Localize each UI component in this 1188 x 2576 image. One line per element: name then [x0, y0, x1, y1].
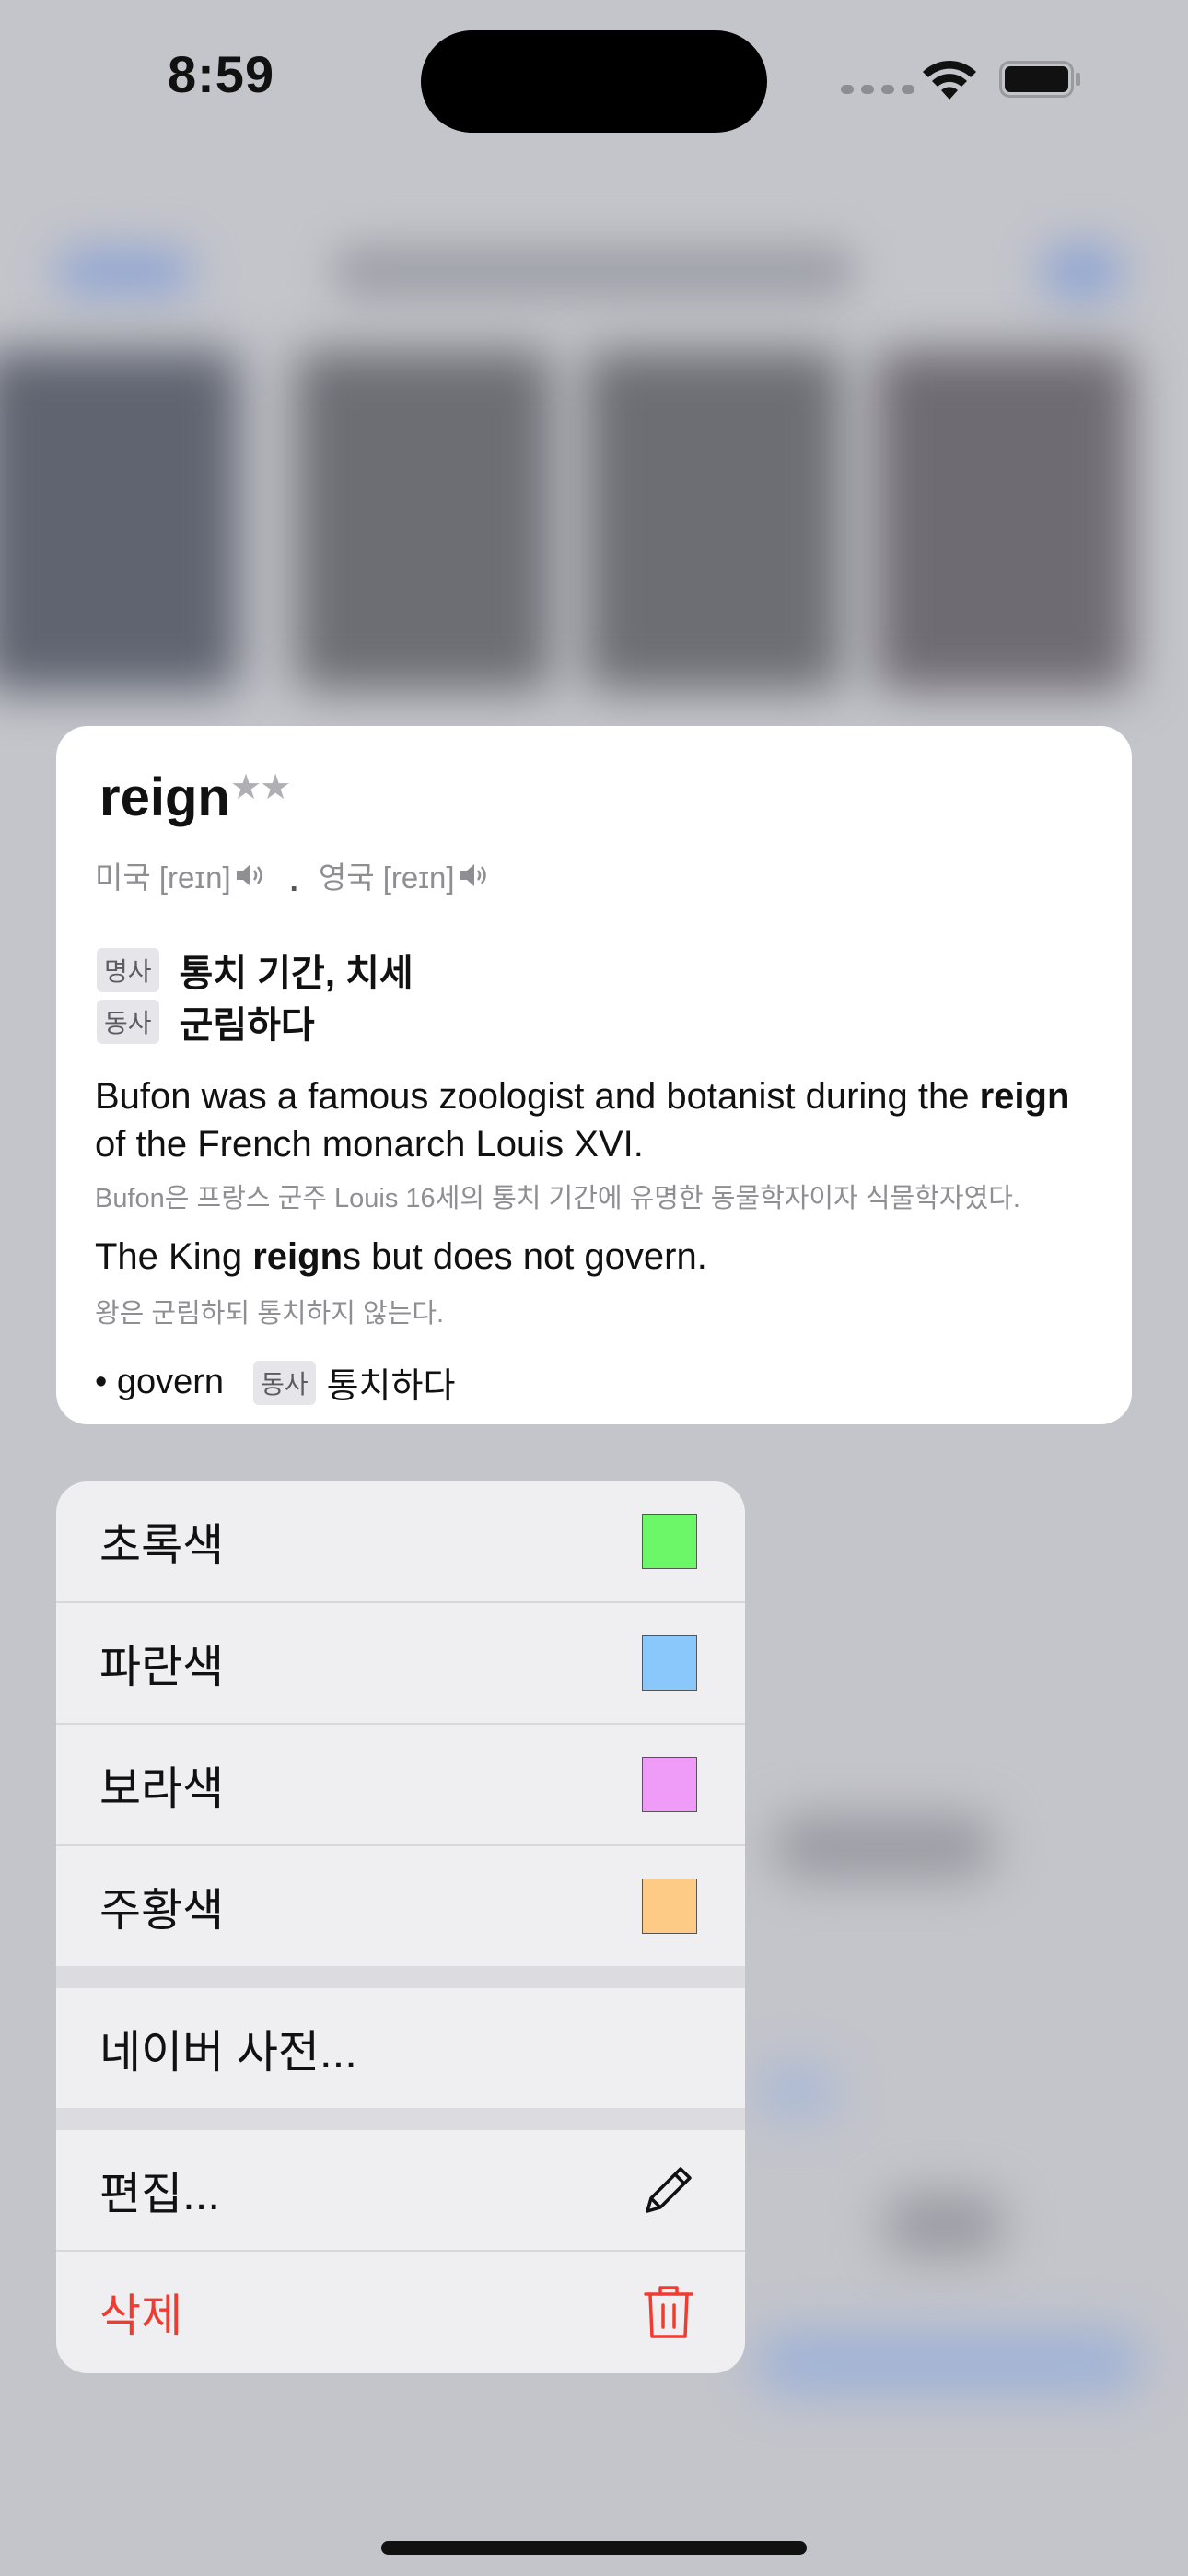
bg-nav-back [55, 249, 193, 295]
menu-item-label: 파란색 [99, 1642, 225, 1692]
color-swatch-blue [642, 1635, 697, 1691]
bg-text [774, 1815, 995, 1879]
menu-item-label: 주황색 [99, 1885, 225, 1936]
pronunciation-us: 미국 [reɪn] [95, 861, 231, 895]
status-time: 8:59 [168, 45, 275, 103]
frequency-stars: ★★ [230, 768, 291, 807]
menu-item-label: 보라색 [99, 1763, 225, 1814]
pos-badge: 동사 [253, 1360, 316, 1405]
color-swatch-orange [642, 1879, 697, 1934]
meaning-text: 군림하다 [179, 1005, 315, 1046]
dynamic-island [421, 30, 767, 133]
meaning-text: 통치 기간, 치세 [179, 954, 413, 994]
color-swatch-purple [642, 1757, 697, 1812]
related-word-text: • govern [95, 1363, 225, 1401]
bg-text [884, 2193, 1004, 2257]
pronunciation-uk: 영국 [reɪn] [318, 861, 455, 895]
meaning-row: 명사 통치 기간, 치세 [97, 943, 413, 997]
menu-item-edit[interactable]: 편집... [56, 2130, 745, 2250]
menu-item-green[interactable]: 초록색 [56, 1481, 745, 1601]
menu-item-delete[interactable]: 삭제 [56, 2252, 745, 2371]
menu-item-label: 편집... [99, 2169, 221, 2219]
menu-section-gap [56, 2108, 745, 2130]
menu-item-naver-dictionary[interactable]: 네이버 사전... [56, 1988, 745, 2108]
speaker-icon[interactable] [235, 861, 266, 889]
bg-tab [755, 2331, 1142, 2395]
wifi-icon [923, 60, 976, 100]
bg-thumbnail [585, 350, 843, 691]
dictionary-card: reign ★★ 미국 [reɪn] . 영국 [reɪn] 명사 통치 기간,… [56, 726, 1132, 1424]
bg-button [755, 2064, 838, 2119]
bg-nav-action [1041, 244, 1124, 299]
pronunciation-row: 미국 [reɪn] . 영국 [reɪn] [95, 853, 490, 897]
pos-badge: 명사 [97, 948, 159, 992]
pronunciation-separator: . [289, 863, 298, 897]
example-translation: 왕은 군림하되 통치하지 않는다. [95, 1299, 445, 1329]
context-menu: 초록색 파란색 보라색 주황색 네이버 사전... 편집... 삭제 [56, 1481, 745, 2373]
related-word: • govern 동사 통치하다 [95, 1357, 455, 1408]
bg-thumbnail [295, 350, 553, 691]
color-swatch-green [642, 1514, 697, 1569]
menu-section-gap [56, 1966, 745, 1988]
cellular-signal-icon [841, 85, 914, 94]
pos-badge: 동사 [97, 1000, 159, 1044]
example-translation: Bufon은 프랑스 군주 Louis 16세의 통치 기간에 유명한 동물학자… [95, 1184, 1020, 1213]
bg-thumbnail [875, 350, 1133, 691]
speaker-icon[interactable] [459, 861, 490, 889]
pencil-icon [646, 2167, 692, 2213]
menu-item-label: 네이버 사전... [99, 2027, 357, 2078]
headword: reign [99, 767, 230, 827]
related-meaning: 통치하다 [326, 1367, 456, 1406]
example-sentence: The King reigns but does not govern. [95, 1236, 707, 1277]
trash-icon [644, 2286, 693, 2338]
bg-thumbnail [0, 350, 239, 691]
home-indicator [381, 2541, 807, 2555]
menu-item-purple[interactable]: 보라색 [56, 1725, 745, 1844]
bg-nav-title [332, 244, 856, 299]
battery-icon [999, 61, 1080, 98]
example-sentence: Bufon was a famous zoologist and botanis… [95, 1076, 1070, 1165]
menu-item-orange[interactable]: 주황색 [56, 1846, 745, 1966]
menu-item-label: 삭제 [99, 2290, 183, 2341]
menu-item-blue[interactable]: 파란색 [56, 1603, 745, 1723]
meaning-row: 동사 군림하다 [97, 995, 315, 1048]
menu-item-label: 초록색 [99, 1520, 225, 1571]
